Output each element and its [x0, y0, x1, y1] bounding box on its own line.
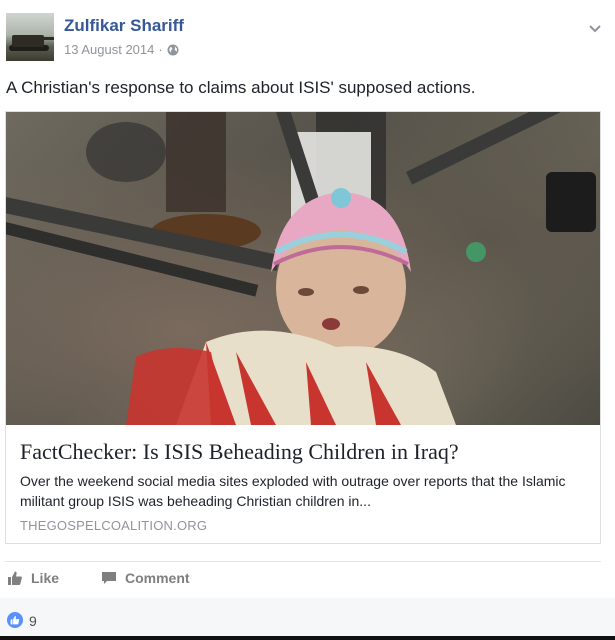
reactions-bar — [0, 598, 615, 640]
meta-separator: · — [158, 42, 163, 57]
post-meta: 13 August 2014 · — [64, 42, 179, 57]
comment-button[interactable]: Comment — [101, 570, 190, 586]
link-preview-image[interactable] — [6, 112, 600, 425]
link-preview-card[interactable]: FactChecker: Is ISIS Beheading Children … — [5, 111, 601, 544]
like-reaction-icon[interactable] — [7, 612, 23, 628]
bottom-edge — [0, 636, 615, 640]
globe-icon[interactable] — [167, 44, 179, 56]
post-date-link[interactable]: 13 August 2014 — [64, 42, 154, 57]
comment-icon — [102, 572, 116, 584]
avatar-tank-gun — [36, 37, 54, 40]
like-label: Like — [31, 570, 60, 586]
like-button[interactable]: Like — [7, 570, 59, 586]
facebook-post: Zulfikar Shariff 13 August 2014 · A Chri… — [0, 0, 615, 640]
comment-label: Comment — [125, 570, 190, 586]
thumbs-up-icon — [8, 571, 22, 585]
link-description: Over the weekend social media sites expl… — [20, 473, 566, 509]
actions-divider — [5, 561, 601, 562]
link-domain: THEGOSPELCOALITION.ORG — [20, 518, 208, 533]
like-count[interactable]: 9 — [29, 613, 37, 629]
chevron-down-icon[interactable] — [589, 20, 601, 33]
link-title[interactable]: FactChecker: Is ISIS Beheading Children … — [20, 439, 459, 465]
author-name-link[interactable]: Zulfikar Shariff — [64, 16, 184, 36]
post-status-text: A Christian's response to claims about I… — [6, 78, 476, 97]
author-avatar[interactable] — [6, 13, 54, 61]
